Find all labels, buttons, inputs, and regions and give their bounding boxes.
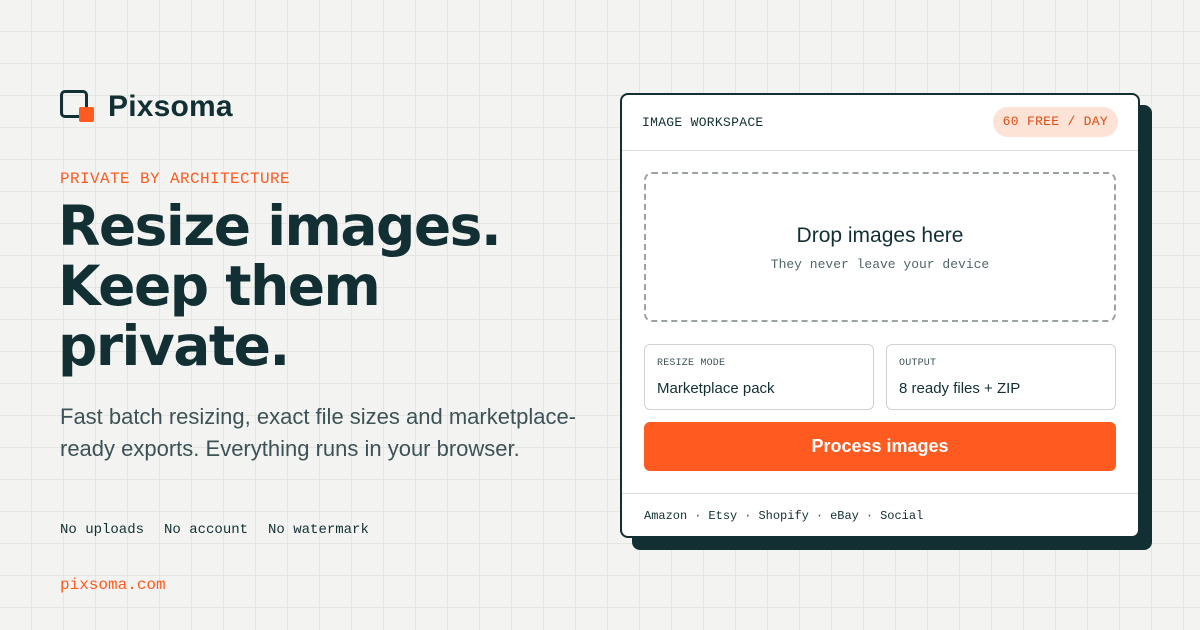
process-images-button[interactable]: Process images bbox=[644, 422, 1116, 471]
platform-separator: · bbox=[815, 509, 824, 523]
headline-line: Resize images. bbox=[58, 194, 502, 258]
platform-separator: · bbox=[865, 509, 874, 523]
headline-line: Keep them bbox=[58, 254, 381, 318]
output-value: 8 ready files + ZIP bbox=[899, 380, 1021, 397]
platform-social: Social bbox=[880, 509, 924, 523]
resize-mode-value: Marketplace pack bbox=[657, 380, 775, 397]
dropzone-subtitle: They never leave your device bbox=[770, 257, 990, 272]
feature-tag: No uploads bbox=[60, 522, 145, 538]
site-link[interactable]: pixsoma.com bbox=[60, 576, 166, 594]
pixsoma-logo-icon bbox=[60, 90, 94, 124]
brand[interactable]: Pixsoma bbox=[60, 90, 233, 124]
quota-badge: 60 FREE / DAY bbox=[992, 107, 1118, 137]
platform-ebay: eBay bbox=[830, 509, 859, 523]
image-dropzone[interactable]: Drop images here They never leave your d… bbox=[644, 172, 1116, 322]
dropzone-title: Drop images here bbox=[796, 224, 964, 247]
resize-mode-select[interactable]: RESIZE MODE Marketplace pack bbox=[644, 344, 874, 410]
platform-shopify: Shopify bbox=[758, 509, 809, 523]
platform-etsy: Etsy bbox=[708, 509, 738, 523]
feature-tags: No uploads No account No watermark bbox=[60, 522, 369, 538]
feature-tag: No account bbox=[164, 522, 249, 538]
platform-list: Amazon · Etsy · Shopify · eBay · Social bbox=[644, 509, 923, 523]
image-workspace-card: IMAGE WORKSPACE 60 FREE / DAY Drop image… bbox=[620, 93, 1140, 538]
workspace-title: IMAGE WORKSPACE bbox=[642, 115, 764, 130]
output-label: OUTPUT bbox=[899, 358, 937, 369]
feature-tag: No watermark bbox=[268, 522, 369, 538]
platform-separator: · bbox=[744, 509, 752, 523]
card-header: IMAGE WORKSPACE 60 FREE / DAY bbox=[622, 95, 1138, 151]
brand-name: Pixsoma bbox=[108, 90, 233, 123]
headline-line: private. bbox=[58, 314, 290, 378]
platform-amazon: Amazon bbox=[644, 509, 688, 523]
platform-separator: · bbox=[694, 509, 702, 523]
hero-eyebrow: PRIVATE BY ARCHITECTURE bbox=[60, 170, 291, 188]
hero-lede: Fast batch resizing, exact file sizes an… bbox=[60, 404, 577, 461]
card-footer: Amazon · Etsy · Shopify · eBay · Social bbox=[622, 493, 1138, 537]
output-select[interactable]: OUTPUT 8 ready files + ZIP bbox=[886, 344, 1116, 410]
resize-mode-label: RESIZE MODE bbox=[657, 358, 726, 369]
hero-headline: Resize images. Keep them private. bbox=[58, 196, 598, 376]
